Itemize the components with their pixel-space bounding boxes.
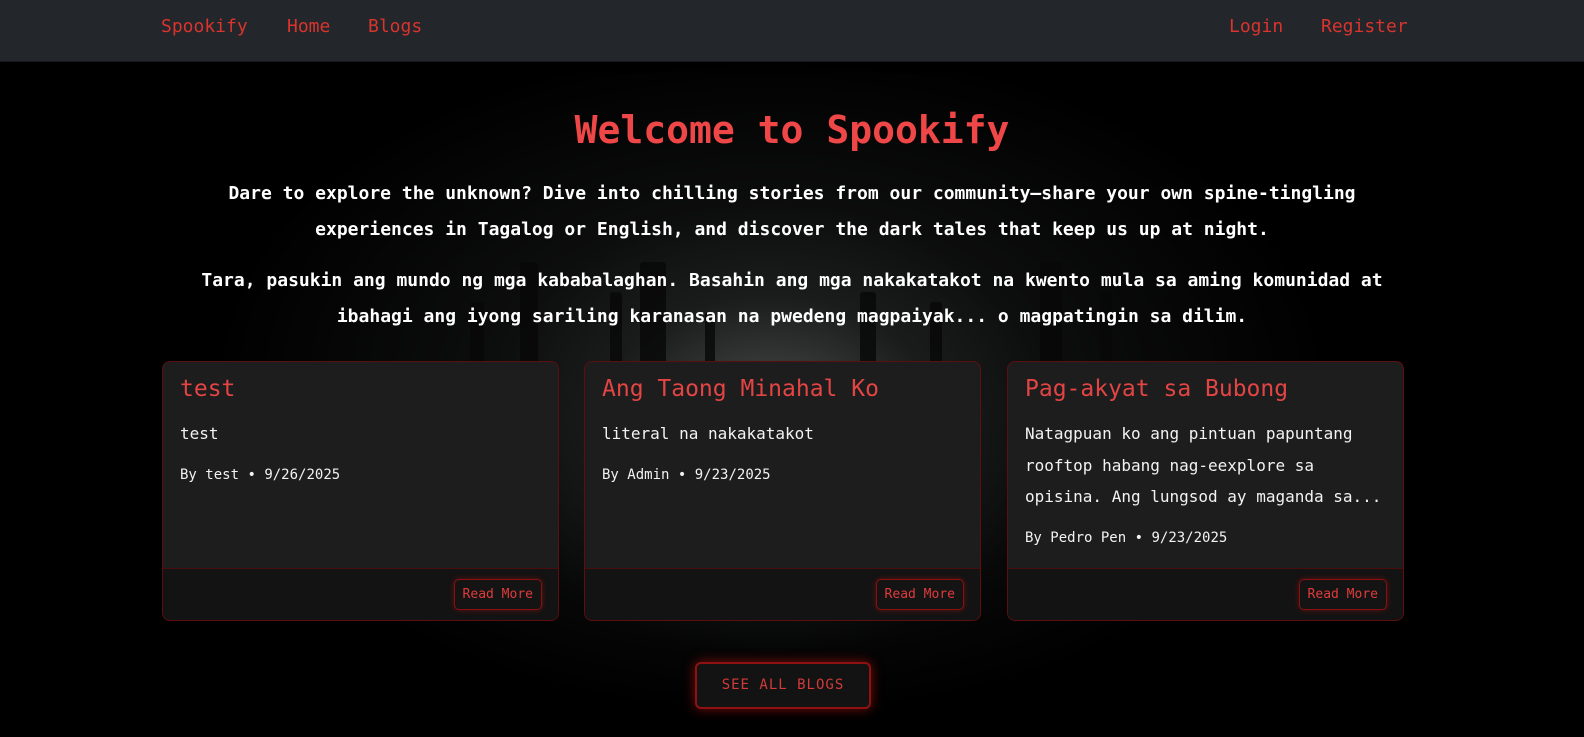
- nav-brand-link[interactable]: Spookify: [161, 16, 248, 37]
- nav-blogs-link[interactable]: Blogs: [368, 16, 422, 37]
- blog-card-excerpt-line1: Natagpuan ko ang pintuan papuntang: [1025, 424, 1353, 443]
- hero-title: Welcome to Spookify: [574, 108, 1010, 152]
- meta-separator: •: [677, 467, 687, 483]
- blog-card-excerpt: literal na nakakatakot: [602, 424, 814, 443]
- blog-card-meta: By test • 9/26/2025: [180, 467, 340, 483]
- blog-card-footer: Read More: [163, 568, 558, 620]
- read-more-button[interactable]: Read More: [875, 579, 964, 610]
- blog-card-excerpt-line2: rooftop habang nag-eexplore sa: [1025, 455, 1314, 475]
- blog-card-author: By Pedro Pen: [1025, 530, 1127, 546]
- blog-card-title[interactable]: Ang Taong Minahal Ko: [602, 376, 879, 402]
- blog-card-author: By Admin: [602, 467, 670, 483]
- page: Spookify Home Blogs Login Register Welco…: [0, 0, 1584, 737]
- hero-intro-english-line1: Dare to explore the unknown? Dive into c…: [228, 183, 1356, 204]
- blog-card: test test By test • 9/26/2025 Read More: [162, 361, 559, 621]
- blog-card-date: 9/26/2025: [264, 467, 341, 483]
- blog-card-excerpt: Natagpuan ko ang pintuan papuntang rooft…: [1025, 418, 1385, 513]
- hero-intro-tagalog-line1: Tara, pasukin ang mundo ng mga kababalag…: [201, 270, 1383, 291]
- blog-card-footer: Read More: [585, 568, 980, 620]
- hero-intro-tagalog: Tara, pasukin ang mundo ng mga kababalag…: [190, 263, 1394, 335]
- hero-intro-english-line2: experiences in Tagalog or English, and d…: [315, 219, 1269, 240]
- blog-card-meta: By Pedro Pen • 9/23/2025: [1025, 530, 1227, 546]
- nav-home-link[interactable]: Home: [287, 16, 330, 37]
- blog-card-author: By test: [180, 467, 240, 483]
- hero-intro-tagalog-line2: ibahagi ang iyong sariling karanasan na …: [336, 306, 1248, 327]
- nav-login-link[interactable]: Login: [1229, 16, 1283, 37]
- blog-card-excerpt: test: [180, 424, 219, 443]
- nav-register-link[interactable]: Register: [1321, 16, 1408, 37]
- blog-card-title[interactable]: Pag-akyat sa Bubong: [1025, 376, 1288, 402]
- blog-card-excerpt-line3: opisina. Ang lungsod ay maganda sa...: [1025, 487, 1382, 506]
- blog-card-date: 9/23/2025: [694, 467, 771, 483]
- blog-card-date: 9/23/2025: [1151, 530, 1228, 546]
- blog-card-footer: Read More: [1008, 568, 1403, 620]
- hero-intro-english: Dare to explore the unknown? Dive into c…: [190, 176, 1394, 248]
- navbar: Spookify Home Blogs Login Register: [0, 0, 1584, 62]
- meta-separator: •: [247, 467, 256, 483]
- blog-card-title[interactable]: test: [180, 376, 235, 402]
- blog-card-meta: By Admin • 9/23/2025: [602, 467, 771, 483]
- read-more-button[interactable]: Read More: [453, 579, 542, 610]
- blog-card: Ang Taong Minahal Ko literal na nakakata…: [584, 361, 981, 621]
- blog-card: Pag-akyat sa Bubong Natagpuan ko ang pin…: [1007, 361, 1404, 621]
- read-more-button[interactable]: Read More: [1298, 579, 1387, 610]
- meta-separator: •: [1134, 530, 1144, 546]
- see-all-blogs-button[interactable]: SEE ALL BLOGS: [695, 662, 871, 709]
